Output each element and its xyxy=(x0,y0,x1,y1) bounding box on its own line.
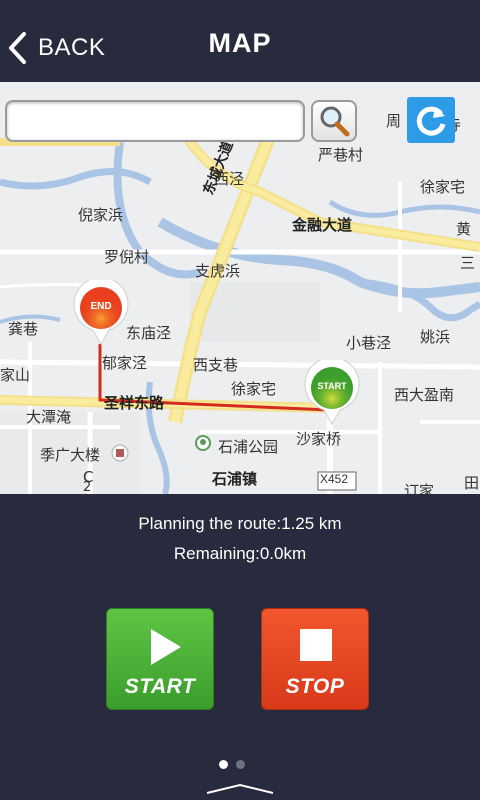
map-place-label: 龚巷 xyxy=(8,320,39,338)
stop-button-label: STOP xyxy=(285,675,345,698)
page-indicator xyxy=(219,760,245,769)
start-pin-icon xyxy=(304,356,360,426)
map-place-label: 订家 xyxy=(404,482,435,494)
start-marker[interactable]: START xyxy=(302,356,362,426)
map-place-label: 石浦镇 xyxy=(212,470,258,488)
header-bar: BACK MAP xyxy=(0,0,480,82)
map-place-label: 2 xyxy=(83,480,92,494)
map-place-label: 小巷泾 xyxy=(346,334,392,352)
map-place-label: 西大盈南 xyxy=(394,386,455,404)
map-place-label: 黄 xyxy=(456,220,472,238)
start-button-label: START xyxy=(124,675,196,698)
refresh-button[interactable] xyxy=(407,97,455,143)
map-place-label: 家山 xyxy=(0,366,31,384)
end-marker[interactable]: END xyxy=(71,276,131,346)
map-place-label: 姚浜 xyxy=(420,328,451,346)
map-place-label: 徐家宅 xyxy=(420,178,466,196)
map-place-label: 倪家浜 xyxy=(78,206,124,224)
search-icon xyxy=(320,106,350,137)
refresh-icon xyxy=(416,106,446,136)
map-place-label: 田 xyxy=(464,474,480,492)
page-dot[interactable] xyxy=(236,760,245,769)
page-dot-active[interactable] xyxy=(219,760,228,769)
chevron-up-icon[interactable] xyxy=(205,782,275,796)
route-remaining-text: Remaining:0.0km xyxy=(173,544,307,563)
search-input[interactable] xyxy=(5,100,305,142)
start-marker-label: START xyxy=(317,381,347,391)
map-place-label: X452 xyxy=(320,472,349,486)
search-button[interactable] xyxy=(311,100,357,142)
map-road-label: 金融大道 xyxy=(292,216,353,234)
play-icon xyxy=(151,629,181,665)
map-place-label: 郁家泾 xyxy=(102,354,148,372)
map-place-label: 石浦公园 xyxy=(218,438,279,456)
map-place-label: 罗倪村 xyxy=(104,248,150,266)
map-place-label: 支虎浜 xyxy=(195,262,241,280)
map-place-label: 季广大楼 xyxy=(40,446,101,464)
stop-icon xyxy=(300,629,332,661)
map-place-label: 周 xyxy=(386,112,402,130)
map-place-label: 大潭淹 xyxy=(26,408,72,426)
map-place-label: 东庙泾 xyxy=(126,324,172,342)
end-marker-label: END xyxy=(90,301,112,312)
map-view[interactable]: 周 寺 严巷村 西泾 徐家宅 倪家浜 金融大道 黄 罗倪村 三 东城大道 支虎浜… xyxy=(0,82,480,494)
route-planning-text: Planning the route:1.25 km xyxy=(138,514,342,533)
map-place-label: 沙家桥 xyxy=(296,430,342,448)
page-title: MAP xyxy=(208,28,272,58)
map-place-label: 西支巷 xyxy=(193,356,239,374)
start-button[interactable]: START xyxy=(106,608,214,710)
map-place-label: 严巷村 xyxy=(318,146,364,164)
stop-button[interactable]: STOP xyxy=(261,608,369,710)
map-place-label: 三 xyxy=(460,254,476,272)
map-place-label: 徐家宅 xyxy=(231,380,277,398)
map-road-label: 圣祥东路 xyxy=(104,394,165,412)
end-pin-icon xyxy=(73,276,129,346)
